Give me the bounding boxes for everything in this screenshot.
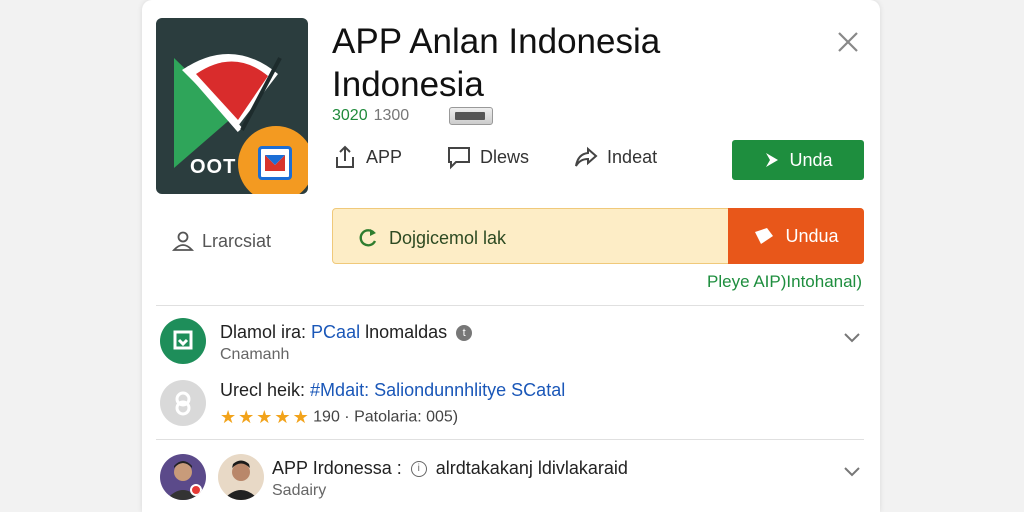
chevron-down-icon xyxy=(844,467,860,477)
install-button-label: Unda xyxy=(789,149,833,170)
user-link-label: Lrarcsiat xyxy=(202,230,272,251)
list-item[interactable]: APP Irdonessa : i alrdtakakanj ldivlakar… xyxy=(160,452,864,508)
row-title: APP Irdonessa : i alrdtakakanj ldivlakar… xyxy=(272,458,628,479)
shield-avatar-icon xyxy=(160,318,206,364)
app-meta-count: 3020 xyxy=(332,107,368,124)
reviews-label: Dlews xyxy=(480,146,530,167)
info-icon: t xyxy=(456,325,473,342)
comment-icon xyxy=(448,147,471,170)
banner-button-label: Undua xyxy=(785,225,839,246)
app-title-line2: Indonesia xyxy=(332,65,484,104)
row-subtitle: Sadairy xyxy=(272,482,327,499)
user-icon xyxy=(172,231,194,251)
divider xyxy=(156,305,864,306)
expand-button[interactable] xyxy=(840,460,864,484)
share-button[interactable]: APP xyxy=(332,144,402,170)
list-item[interactable]: Dlamol ira: PCaal lnomaldas t Cnamanh xyxy=(160,316,864,376)
reviews-button[interactable]: Dlews xyxy=(446,144,529,170)
row-prefix: APP Irdonessa : xyxy=(272,458,402,478)
app-badge-icon xyxy=(238,126,308,194)
forward-icon xyxy=(575,146,598,167)
promo-banner: Dojgicemol lak Undua xyxy=(332,208,864,264)
star-icon: ★ xyxy=(292,407,309,427)
install-button[interactable]: Unda xyxy=(732,140,864,180)
close-icon xyxy=(838,32,858,52)
row-rest: lnomaldas xyxy=(365,322,448,342)
banner-download-button[interactable]: Undua xyxy=(728,208,864,264)
rating-stars: ★ ★ ★ ★ ★ xyxy=(220,407,309,428)
app-icon: OOT xyxy=(156,18,308,194)
forward-label: Indeat xyxy=(607,146,658,167)
row-link[interactable]: #Mdait: Saliondunnhlitye SCatal xyxy=(310,380,565,400)
row-link[interactable]: PCaal xyxy=(311,322,360,342)
expand-button[interactable] xyxy=(840,326,864,350)
close-button[interactable] xyxy=(832,26,864,58)
row-prefix: Dlamol ira: xyxy=(220,322,307,342)
forward-button[interactable]: Indeat xyxy=(573,144,657,170)
row-title: Urecl heik: #Mdait: Saliondunnhlitye SCa… xyxy=(220,380,565,401)
tag-icon xyxy=(755,228,774,244)
play-note: Pleye AIP)Intohanal) xyxy=(707,272,862,291)
user-avatar xyxy=(160,454,206,500)
rating-text: 190 · Patolaria: 005) xyxy=(313,408,459,426)
divider xyxy=(156,439,864,440)
row-subtitle: Cnamanh xyxy=(220,346,290,363)
action-bar: APP Dlews Indeat xyxy=(332,144,657,170)
info-icon: i xyxy=(410,461,427,478)
placeholder-avatar-icon xyxy=(160,380,206,426)
developer-avatar xyxy=(218,454,264,500)
share-label: APP xyxy=(366,146,403,167)
share-icon xyxy=(336,145,354,168)
chevron-down-icon xyxy=(844,333,860,343)
star-icon: ★ xyxy=(256,407,273,427)
star-icon: ★ xyxy=(274,407,291,427)
banner-text: Dojgicemol lak xyxy=(389,227,507,248)
refresh-icon xyxy=(359,229,377,247)
row-title: Dlamol ira: PCaal lnomaldas t xyxy=(220,322,473,343)
app-title: APP Anlan Indonesia Indonesia xyxy=(332,20,752,106)
row-prefix: Urecl heik: xyxy=(220,380,306,400)
device-chip-icon xyxy=(449,107,494,125)
star-icon: ★ xyxy=(220,407,237,427)
list-item[interactable]: Urecl heik: #Mdait: Saliondunnhlitye SCa… xyxy=(160,378,864,434)
star-icon: ★ xyxy=(238,407,255,427)
app-meta: 3020 1300 xyxy=(332,107,494,125)
notification-dot-icon xyxy=(190,484,202,496)
user-link[interactable]: Lrarcsiat xyxy=(172,230,271,252)
app-icon-text: OOT xyxy=(190,156,237,178)
app-title-line1: APP Anlan Indonesia xyxy=(332,22,661,61)
app-install-dialog: OOT APP Anlan Indonesia Indonesia 3020 1… xyxy=(142,0,880,512)
row-rest: alrdtakakanj ldivlakaraid xyxy=(435,458,628,478)
app-meta-secondary: 1300 xyxy=(373,107,410,124)
row-rating: ★ ★ ★ ★ ★ 190 · Patolaria: 005) xyxy=(220,407,458,428)
play-icon xyxy=(766,153,779,167)
